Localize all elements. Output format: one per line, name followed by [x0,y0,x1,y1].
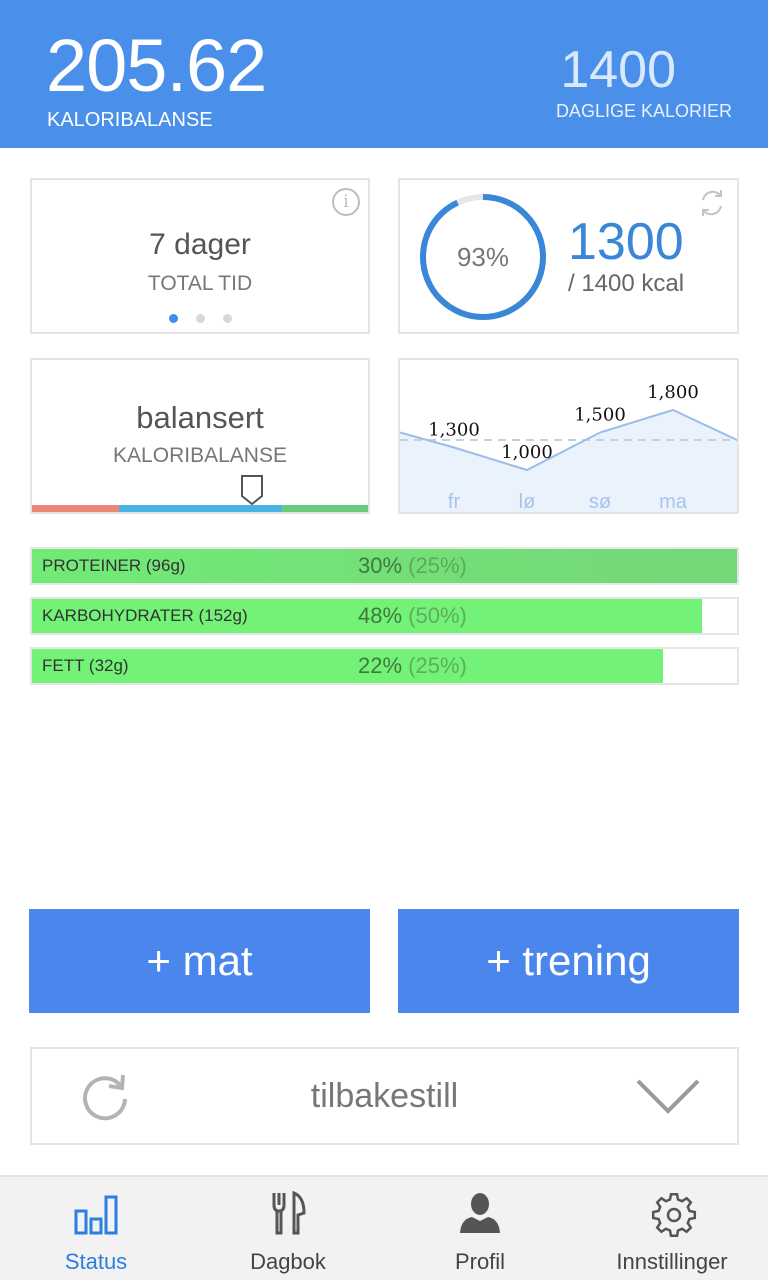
fork-knife-icon [272,1191,306,1235]
macro-name: KARBOHYDRATER (152g) [42,606,248,625]
balance-scale-high [282,505,368,512]
reset-button[interactable]: tilbakestill [30,1047,739,1145]
calorie-trend-chart[interactable]: 1,300 1,000 1,500 1,800 fr lø sø ma [398,358,739,514]
person-icon [460,1193,500,1233]
macro-actual: 48% [358,603,403,628]
chart-data-label: 1,800 [647,382,699,403]
macro-percent: 22% (25%) [358,649,467,683]
chart-data-label: 1,500 [574,405,626,426]
daily-calories-value: 1400 [560,41,676,99]
balance-scale-low [32,505,119,512]
gear-icon [651,1192,697,1238]
pager-dot[interactable] [195,314,205,323]
header-bar: 205.62 KALORIBALANSE 1400 DAGLIGE KALORI… [0,0,768,148]
nav-label: Status [64,1249,128,1274]
chart-data-label: 1,300 [428,420,480,441]
trend-chart-svg: 1,300 1,000 1,500 1,800 fr lø sø ma [400,382,737,512]
total-time-card[interactable]: i 7 dager TOTAL TID [30,178,370,334]
macro-name: PROTEINER (96g) [42,556,186,575]
chart-x-tick-label: lø [519,491,536,512]
nav-innstillinger[interactable]: Innstillinger [576,1177,768,1280]
nav-label: Profil [454,1249,506,1274]
macro-percent: 48% (50%) [358,599,467,633]
pager-dot[interactable] [222,314,232,323]
calorie-goal: / 1400 kcal [568,270,685,297]
chart-x-tick-label: ma [659,491,688,512]
macro-actual: 22% [358,653,403,678]
balance-marker-icon [241,475,263,506]
nav-label: Dagbok [250,1249,326,1274]
macro-bar-fat: FETT (32g) 22% (25%) [30,647,739,685]
bottom-navigation: Status Dagbok Profil Innstillinger [0,1175,768,1280]
progress-percent: 93% [456,242,510,272]
chevron-down-icon[interactable] [635,1077,701,1117]
macro-bar-protein: PROTEINER (96g) 30% (25%) [30,547,739,585]
pager-dot[interactable] [168,314,178,323]
macro-target: (25%) [408,653,467,678]
bar-chart-icon [74,1195,118,1235]
nav-dagbok[interactable]: Dagbok [192,1177,384,1280]
calorie-progress-card[interactable]: 93% 1300 / 1400 kcal [398,178,739,334]
balance-scale-bar [32,505,368,512]
add-food-button[interactable]: + mat [29,909,370,1013]
sync-icon[interactable] [695,186,729,220]
nav-label: Innstillinger [616,1249,728,1274]
macro-target: (50%) [408,603,467,628]
macro-bar-carbs: KARBOHYDRATER (152g) 48% (50%) [30,597,739,635]
chart-data-label: 1,000 [501,442,553,463]
nav-status[interactable]: Status [0,1177,192,1280]
calorie-balance-value: 205.62 [46,24,267,107]
total-time-value: 7 dager [149,228,251,261]
pager-dots[interactable] [32,314,368,323]
balance-status-card[interactable]: balansert KALORIBALANSE [30,358,370,514]
balance-status-value: balansert [136,400,264,435]
daily-calories-label: DAGLIGE KALORIER [555,101,732,121]
calorie-balance-label: KALORIBALANSE [47,109,213,131]
balance-status-label: KALORIBALANSE [113,444,287,467]
macro-percent: 30% (25%) [358,549,467,583]
add-exercise-button[interactable]: + trening [398,909,739,1013]
macro-actual: 30% [358,553,403,578]
total-time-label: TOTAL TID [147,272,253,295]
macro-target: (25%) [408,553,467,578]
chart-x-tick-label: fr [448,491,461,512]
consumed-calories: 1300 [568,213,684,271]
chart-x-tick-label: sø [589,491,611,512]
nav-profil[interactable]: Profil [384,1177,576,1280]
macro-name: FETT (32g) [42,656,129,675]
info-icon[interactable]: i [332,188,360,216]
reset-label: tilbakestill [310,1077,459,1115]
balance-scale-mid [119,505,282,512]
